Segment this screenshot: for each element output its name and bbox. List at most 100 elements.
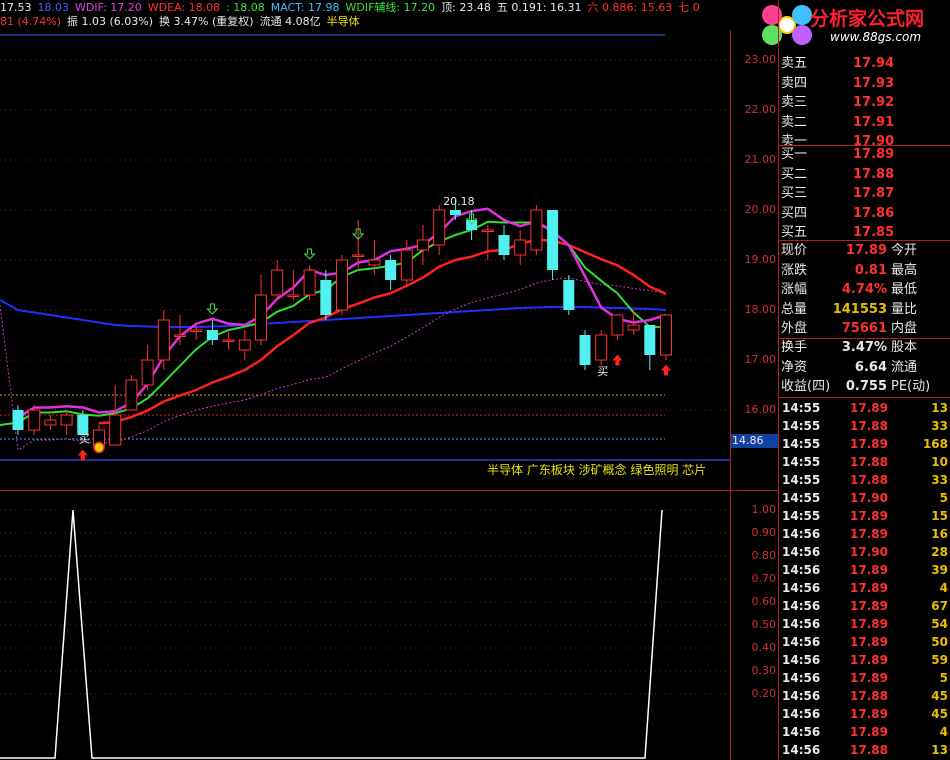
tick-time: 14:56 (782, 743, 821, 757)
candle-body (547, 210, 559, 270)
candlestick-chart[interactable]: 20.18买买半导体 广东板块 涉矿概念 绿色照明 芯片 (0, 30, 730, 490)
tick-volume: 10 (931, 455, 948, 469)
tick-time: 14:56 (782, 725, 821, 739)
candle-body (530, 209, 543, 251)
tick-row[interactable]: 14:56 17.89 16 (781, 525, 950, 543)
indicator-axis-label: 1.00 (751, 503, 777, 516)
signal-line (0, 509, 663, 759)
bid-label: 买一 (781, 147, 808, 162)
candle-body (563, 280, 575, 310)
tick-time: 14:55 (782, 419, 821, 433)
tick-volume: 67 (931, 599, 948, 613)
stat-value: 75661 (841, 321, 887, 336)
tick-row[interactable]: 14:55 17.88 33 (781, 471, 950, 489)
candle-body (12, 410, 24, 430)
tick-row[interactable]: 14:55 17.89 13 (781, 399, 950, 417)
tick-volume: 5 (939, 491, 948, 505)
bid-label: 买三 (781, 186, 808, 201)
ask-row: 卖五 17.94 (781, 54, 950, 73)
tick-row[interactable]: 14:56 17.88 13 (781, 741, 950, 759)
ask-row: 卖二 17.91 (781, 113, 950, 132)
stat-label: 换手 (781, 340, 808, 355)
tick-row[interactable]: 14:56 17.89 59 (781, 651, 950, 669)
tick-volume: 168 (922, 437, 948, 451)
tick-row[interactable]: 14:55 17.90 5 (781, 489, 950, 507)
tick-time: 14:56 (782, 707, 821, 721)
indicator-axis-label: 0.60 (751, 595, 777, 608)
tick-price: 17.89 (850, 437, 888, 451)
tick-row[interactable]: 14:56 17.90 28 (781, 543, 950, 561)
tick-row[interactable]: 14:55 17.89 168 (781, 435, 950, 453)
header-field: 振 1.03 (6.03%) (67, 15, 154, 28)
tick-volume: 54 (931, 617, 948, 631)
tick-row[interactable]: 14:56 17.89 39 (781, 561, 950, 579)
tick-row[interactable]: 14:56 17.89 54 (781, 615, 950, 633)
price-axis-label: 21.00 (744, 153, 777, 166)
logo-url[interactable]: www.88gs.com (830, 30, 921, 44)
stat-label2: PE(动) (891, 379, 931, 394)
header-field: : 18.08 (226, 1, 265, 14)
tick-price: 17.89 (850, 707, 888, 721)
tick-row[interactable]: 14:56 17.89 50 (781, 633, 950, 651)
tick-time: 14:55 (782, 455, 821, 469)
indicator-axis: 1.00 0.90 0.80 0.70 0.60 0.50 0.40 0.30 0.20 (730, 490, 778, 760)
candle-body (627, 324, 640, 331)
tick-row[interactable]: 14:55 17.89 15 (781, 507, 950, 525)
signal-indicator-chart[interactable] (0, 490, 730, 760)
tick-row[interactable]: 14:56 17.89 5 (781, 669, 950, 687)
tick-time: 14:55 (782, 437, 821, 451)
stat-label: 净资 (781, 359, 808, 375)
stat-label2: 内盘 (891, 321, 918, 336)
ask-price: 17.91 (853, 114, 895, 130)
candle-body (109, 414, 122, 446)
indicator-axis-label: 0.90 (751, 526, 777, 539)
bid-row: 买四 17.86 (781, 204, 950, 223)
tick-volume: 45 (931, 689, 948, 703)
candle-body (498, 235, 510, 255)
tick-row[interactable]: 14:55 17.88 10 (781, 453, 950, 471)
tick-row[interactable]: 14:55 17.88 33 (781, 417, 950, 435)
tick-time: 14:56 (782, 581, 821, 595)
tick-price: 17.89 (850, 599, 888, 613)
tick-volume: 5 (939, 671, 948, 685)
tick-time: 14:55 (782, 491, 821, 505)
tick-price: 17.88 (850, 689, 888, 703)
concept-tags: 半导体 广东板块 涉矿概念 绿色照明 芯片 (487, 462, 706, 477)
price-axis-label: 20.00 (744, 203, 777, 216)
tick-volume: 45 (931, 707, 948, 721)
candle-body (514, 239, 527, 256)
tick-volume: 39 (931, 563, 948, 577)
bid-price: 17.87 (853, 186, 895, 201)
tick-row[interactable]: 14:56 17.89 4 (781, 579, 950, 597)
stat-row: 收益(四) 0.755 PE(动) (781, 377, 950, 396)
tick-row[interactable]: 14:56 17.88 45 (781, 687, 950, 705)
tick-row[interactable]: 14:56 17.89 45 (781, 705, 950, 723)
tick-row[interactable]: 14:56 17.89 4 (781, 723, 950, 741)
tick-price: 17.89 (850, 509, 888, 523)
ask-price: 17.94 (853, 56, 895, 71)
stat-label2: 最低 (891, 282, 918, 297)
tick-row[interactable]: 14:56 17.89 67 (781, 597, 950, 615)
header-field: 半导体 (326, 15, 360, 28)
tick-price: 17.89 (850, 527, 888, 541)
tick-time: 14:56 (782, 563, 821, 577)
indicator-axis-label: 0.80 (751, 549, 777, 562)
chart-divider (0, 490, 778, 491)
header-field: WDEA: 18.08 (147, 1, 221, 14)
candle-body (595, 334, 608, 361)
candle-body (60, 414, 73, 426)
tick-price: 17.90 (850, 545, 888, 559)
candle-body (271, 269, 284, 296)
tick-volume: 50 (931, 635, 948, 649)
tick-price: 17.90 (850, 491, 888, 505)
bid-price: 17.86 (853, 205, 895, 221)
buy-label: 买 (597, 365, 608, 378)
stat-value: 141553 (832, 301, 887, 317)
candle-body (157, 319, 170, 361)
header-field: 顶: 23.48 (441, 1, 491, 14)
candle-body (238, 339, 251, 351)
up-arrow-icon (661, 364, 671, 376)
tick-price: 17.89 (850, 401, 888, 415)
axis-divider (730, 30, 731, 760)
candle-body (660, 314, 672, 356)
